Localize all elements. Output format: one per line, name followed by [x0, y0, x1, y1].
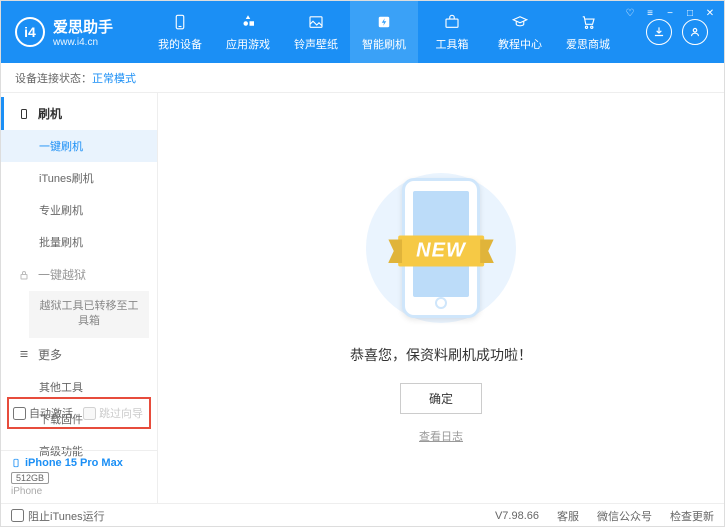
- check-update-link[interactable]: 检查更新: [670, 508, 714, 524]
- maximize-icon[interactable]: □: [682, 5, 698, 21]
- status-prefix: 设备连接状态：: [15, 70, 92, 86]
- sidebar-header-jailbreak: 一键越狱: [1, 258, 157, 291]
- image-icon: [306, 12, 326, 32]
- brand-logo: i4: [15, 17, 45, 47]
- sidebar-header-flash[interactable]: 刷机: [1, 97, 157, 130]
- graduation-icon: [510, 12, 530, 32]
- nav-smart-flash[interactable]: 智能刷机: [350, 1, 418, 63]
- sidebar-item-onekey[interactable]: 一键刷机: [1, 130, 157, 162]
- support-link[interactable]: 客服: [557, 508, 579, 524]
- brand-name: 爱思助手: [53, 16, 113, 37]
- sidebar-item-pro[interactable]: 专业刷机: [1, 194, 157, 226]
- nav-toolbox[interactable]: 工具箱: [418, 1, 486, 63]
- list-icon: [18, 348, 30, 360]
- skip-guide-checkbox: 跳过向导: [83, 405, 143, 421]
- sidebar-item-itunes[interactable]: iTunes刷机: [1, 162, 157, 194]
- phone-icon: [18, 108, 30, 120]
- new-ribbon: NEW: [398, 235, 484, 266]
- cart-icon: [578, 12, 598, 32]
- nav-ringtone-wallpaper[interactable]: 铃声壁纸: [282, 1, 350, 63]
- success-illustration: NEW: [356, 173, 526, 323]
- nav-tutorials[interactable]: 教程中心: [486, 1, 554, 63]
- content: NEW 恭喜您，保资料刷机成功啦！ 确定 查看日志: [158, 93, 724, 503]
- sidebar-item-batch[interactable]: 批量刷机: [1, 226, 157, 258]
- wechat-link[interactable]: 微信公众号: [597, 508, 652, 524]
- version-label: V7.98.66: [495, 510, 539, 522]
- close-icon[interactable]: ✕: [702, 5, 718, 21]
- auto-activate-checkbox[interactable]: 自动激活: [13, 405, 73, 421]
- download-button[interactable]: [646, 19, 672, 45]
- nav-apps-games[interactable]: 应用游戏: [214, 1, 282, 63]
- device-storage: 512GB: [11, 472, 49, 484]
- ok-button[interactable]: 确定: [400, 383, 482, 414]
- nav-store[interactable]: 爱思商城: [554, 1, 622, 63]
- toolbox-icon: [442, 12, 462, 32]
- block-itunes-checkbox[interactable]: 阻止iTunes运行: [11, 508, 105, 524]
- apps-icon: [238, 12, 258, 32]
- brand-url: www.i4.cn: [53, 37, 113, 48]
- flash-icon: [374, 12, 394, 32]
- status-bar: 设备连接状态： 正常模式: [1, 63, 724, 93]
- sidebar-jailbreak-notice[interactable]: 越狱工具已转移至工具箱: [29, 291, 149, 338]
- nav-my-device[interactable]: 我的设备: [146, 1, 214, 63]
- footer: 阻止iTunes运行 V7.98.66 客服 微信公众号 检查更新: [1, 503, 724, 527]
- menu-icon[interactable]: ≡: [642, 5, 658, 21]
- sidebar: 刷机 一键刷机 iTunes刷机 专业刷机 批量刷机 一键越狱 越狱工具已转移至…: [1, 93, 158, 503]
- brand: i4 爱思助手 www.i4.cn: [1, 16, 146, 48]
- window-controls: ♡ ≡ − □ ✕: [622, 5, 718, 21]
- checkbox-highlight-box: 自动激活 跳过向导: [7, 397, 151, 429]
- header: ♡ ≡ − □ ✕ i4 爱思助手 www.i4.cn 我的设备 应用游戏 铃声…: [1, 1, 724, 63]
- phone-icon: [170, 12, 190, 32]
- nav: 我的设备 应用游戏 铃声壁纸 智能刷机 工具箱 教程中心 爱思商城: [146, 1, 622, 63]
- user-button[interactable]: [682, 19, 708, 45]
- body: 刷机 一键刷机 iTunes刷机 专业刷机 批量刷机 一键越狱 越狱工具已转移至…: [1, 93, 724, 503]
- success-message: 恭喜您，保资料刷机成功啦！: [350, 345, 532, 365]
- header-right: [646, 19, 724, 45]
- minimize-icon[interactable]: −: [662, 5, 678, 21]
- gift-icon[interactable]: ♡: [622, 5, 638, 21]
- device-name[interactable]: iPhone 15 Pro Max: [11, 457, 147, 469]
- device-info: iPhone 15 Pro Max 512GB iPhone: [1, 450, 157, 503]
- view-log-link[interactable]: 查看日志: [419, 428, 463, 444]
- sidebar-header-more[interactable]: 更多: [1, 338, 157, 371]
- device-icon: [11, 457, 21, 469]
- status-mode: 正常模式: [92, 70, 136, 86]
- device-type: iPhone: [11, 486, 147, 497]
- lock-icon: [18, 269, 30, 281]
